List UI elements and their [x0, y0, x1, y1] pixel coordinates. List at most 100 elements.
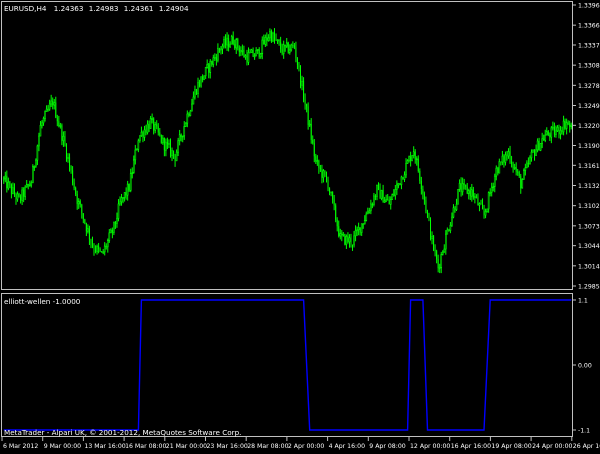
candle-body-down	[480, 203, 482, 205]
candle-body-up	[197, 82, 199, 95]
candle-body-down	[218, 48, 220, 50]
candle-body-down	[543, 138, 545, 141]
candle-body-down	[371, 203, 373, 205]
candle-body-up	[461, 183, 464, 193]
candle-body-down	[315, 156, 317, 162]
candle-body-up	[363, 220, 366, 225]
candle-body-up	[261, 39, 264, 55]
candle-body-down	[85, 223, 87, 232]
time-tick-label: 2 Apr 00:00	[288, 443, 324, 450]
candle-body-up	[330, 191, 332, 194]
candle-body-down	[538, 141, 540, 151]
candle-body-down	[47, 109, 49, 111]
ohlc-high: 1.24983	[89, 4, 119, 13]
candle-body-down	[64, 136, 66, 145]
candle-body-up	[264, 36, 267, 45]
candle-body-down	[422, 189, 424, 194]
time-tick-label: 16 Apr 16:00	[451, 443, 491, 450]
candle-body-up	[498, 161, 501, 174]
candle-body-up	[565, 122, 568, 129]
candle-body-down	[393, 194, 395, 196]
candle-body-up	[206, 64, 208, 68]
candle-body-down	[430, 220, 432, 239]
symbol-label: EURUSD,H4	[4, 4, 47, 13]
candle-body-up	[529, 157, 531, 164]
metatrader-chart-window[interactable]: 1.33960 1.33665 1.33375 1.33080 1.32785 1.324…	[0, 0, 600, 450]
candle-body-down	[270, 31, 272, 42]
candle-body-down	[173, 150, 175, 155]
candle-body-up	[139, 135, 141, 142]
candle-body-up	[367, 211, 369, 215]
candle-body-up	[87, 228, 89, 232]
candle-body-up	[24, 186, 26, 198]
candle-body-down	[564, 121, 566, 129]
candle-body-up	[322, 170, 325, 178]
candle-body-down	[344, 234, 346, 245]
copyright-notice: MetaTrader - Alpari UK, © 2001-2012, Met…	[4, 428, 241, 437]
candle-body-up	[96, 245, 98, 252]
candle-body-up	[7, 181, 10, 189]
candle-body-up	[492, 186, 495, 188]
candle-body-down	[111, 229, 113, 233]
candle-body-down	[93, 246, 95, 250]
candle-body-up	[77, 200, 80, 205]
candle-body-down	[414, 151, 416, 160]
candle-body-down	[13, 187, 15, 195]
candle-body-down	[98, 246, 100, 250]
candle-body-up	[301, 80, 303, 86]
candle-body-down	[69, 157, 71, 166]
candle-body-up	[269, 31, 271, 39]
candle-body-down	[27, 184, 29, 186]
candle-body-up	[415, 158, 418, 161]
candle-body-down	[79, 201, 81, 205]
candle-body-down	[327, 179, 329, 189]
candle-body-down	[76, 194, 78, 204]
candle-body-down	[520, 176, 522, 189]
time-tick-label: 21 Mar 00:00	[166, 443, 207, 450]
candle-body-up	[504, 154, 507, 163]
candle-body-up	[131, 172, 134, 174]
candle-body-down	[284, 44, 286, 47]
candle-body-down	[281, 49, 283, 54]
candle-body-up	[247, 52, 250, 63]
candle-body-down	[266, 37, 268, 41]
candle-body-down	[326, 175, 328, 180]
candle-body-up	[45, 108, 48, 112]
candle-body-up	[120, 197, 123, 203]
candle-body-up	[455, 203, 458, 210]
candle-body-down	[208, 64, 210, 73]
candle-body-up	[535, 149, 537, 156]
candle-body-up	[452, 207, 455, 218]
candle-body-down	[312, 139, 314, 144]
candle-body-up	[276, 39, 279, 42]
candle-body-down	[65, 144, 67, 159]
candle-body-up	[562, 120, 565, 133]
indicator-label: elliott-wellen -1.0000	[4, 297, 81, 306]
price-tick-label: 1.30730	[578, 223, 600, 230]
candle-body-down	[506, 154, 508, 156]
candle-body-down	[228, 38, 230, 48]
candle-body-down	[511, 161, 513, 164]
price-tick-label: 1.32785	[578, 83, 600, 90]
candle-body-down	[534, 150, 536, 156]
candle-body-down	[199, 82, 201, 87]
candle-body-up	[290, 44, 293, 51]
candle-body-down	[333, 199, 335, 206]
chart-canvas[interactable]: 1.33960 1.33665 1.33375 1.33080 1.32785 1.324…	[0, 0, 600, 450]
price-tick-label: 1.32490	[578, 103, 600, 110]
candle-body-up	[102, 251, 104, 254]
candle-body-down	[448, 229, 450, 231]
candle-body-up	[221, 45, 224, 50]
candle-body-up	[253, 55, 256, 58]
candle-body-up	[30, 182, 33, 186]
candle-body-up	[194, 89, 196, 98]
candle-body-down	[99, 249, 101, 252]
candle-body-up	[457, 188, 459, 205]
candle-body-down	[553, 127, 555, 135]
candle-body-up	[2, 177, 5, 181]
candle-body-down	[561, 130, 563, 132]
candle-body-up	[103, 245, 106, 253]
candle-body-up	[555, 130, 557, 135]
candle-body-up	[67, 157, 69, 159]
candle-body-up	[39, 125, 42, 137]
